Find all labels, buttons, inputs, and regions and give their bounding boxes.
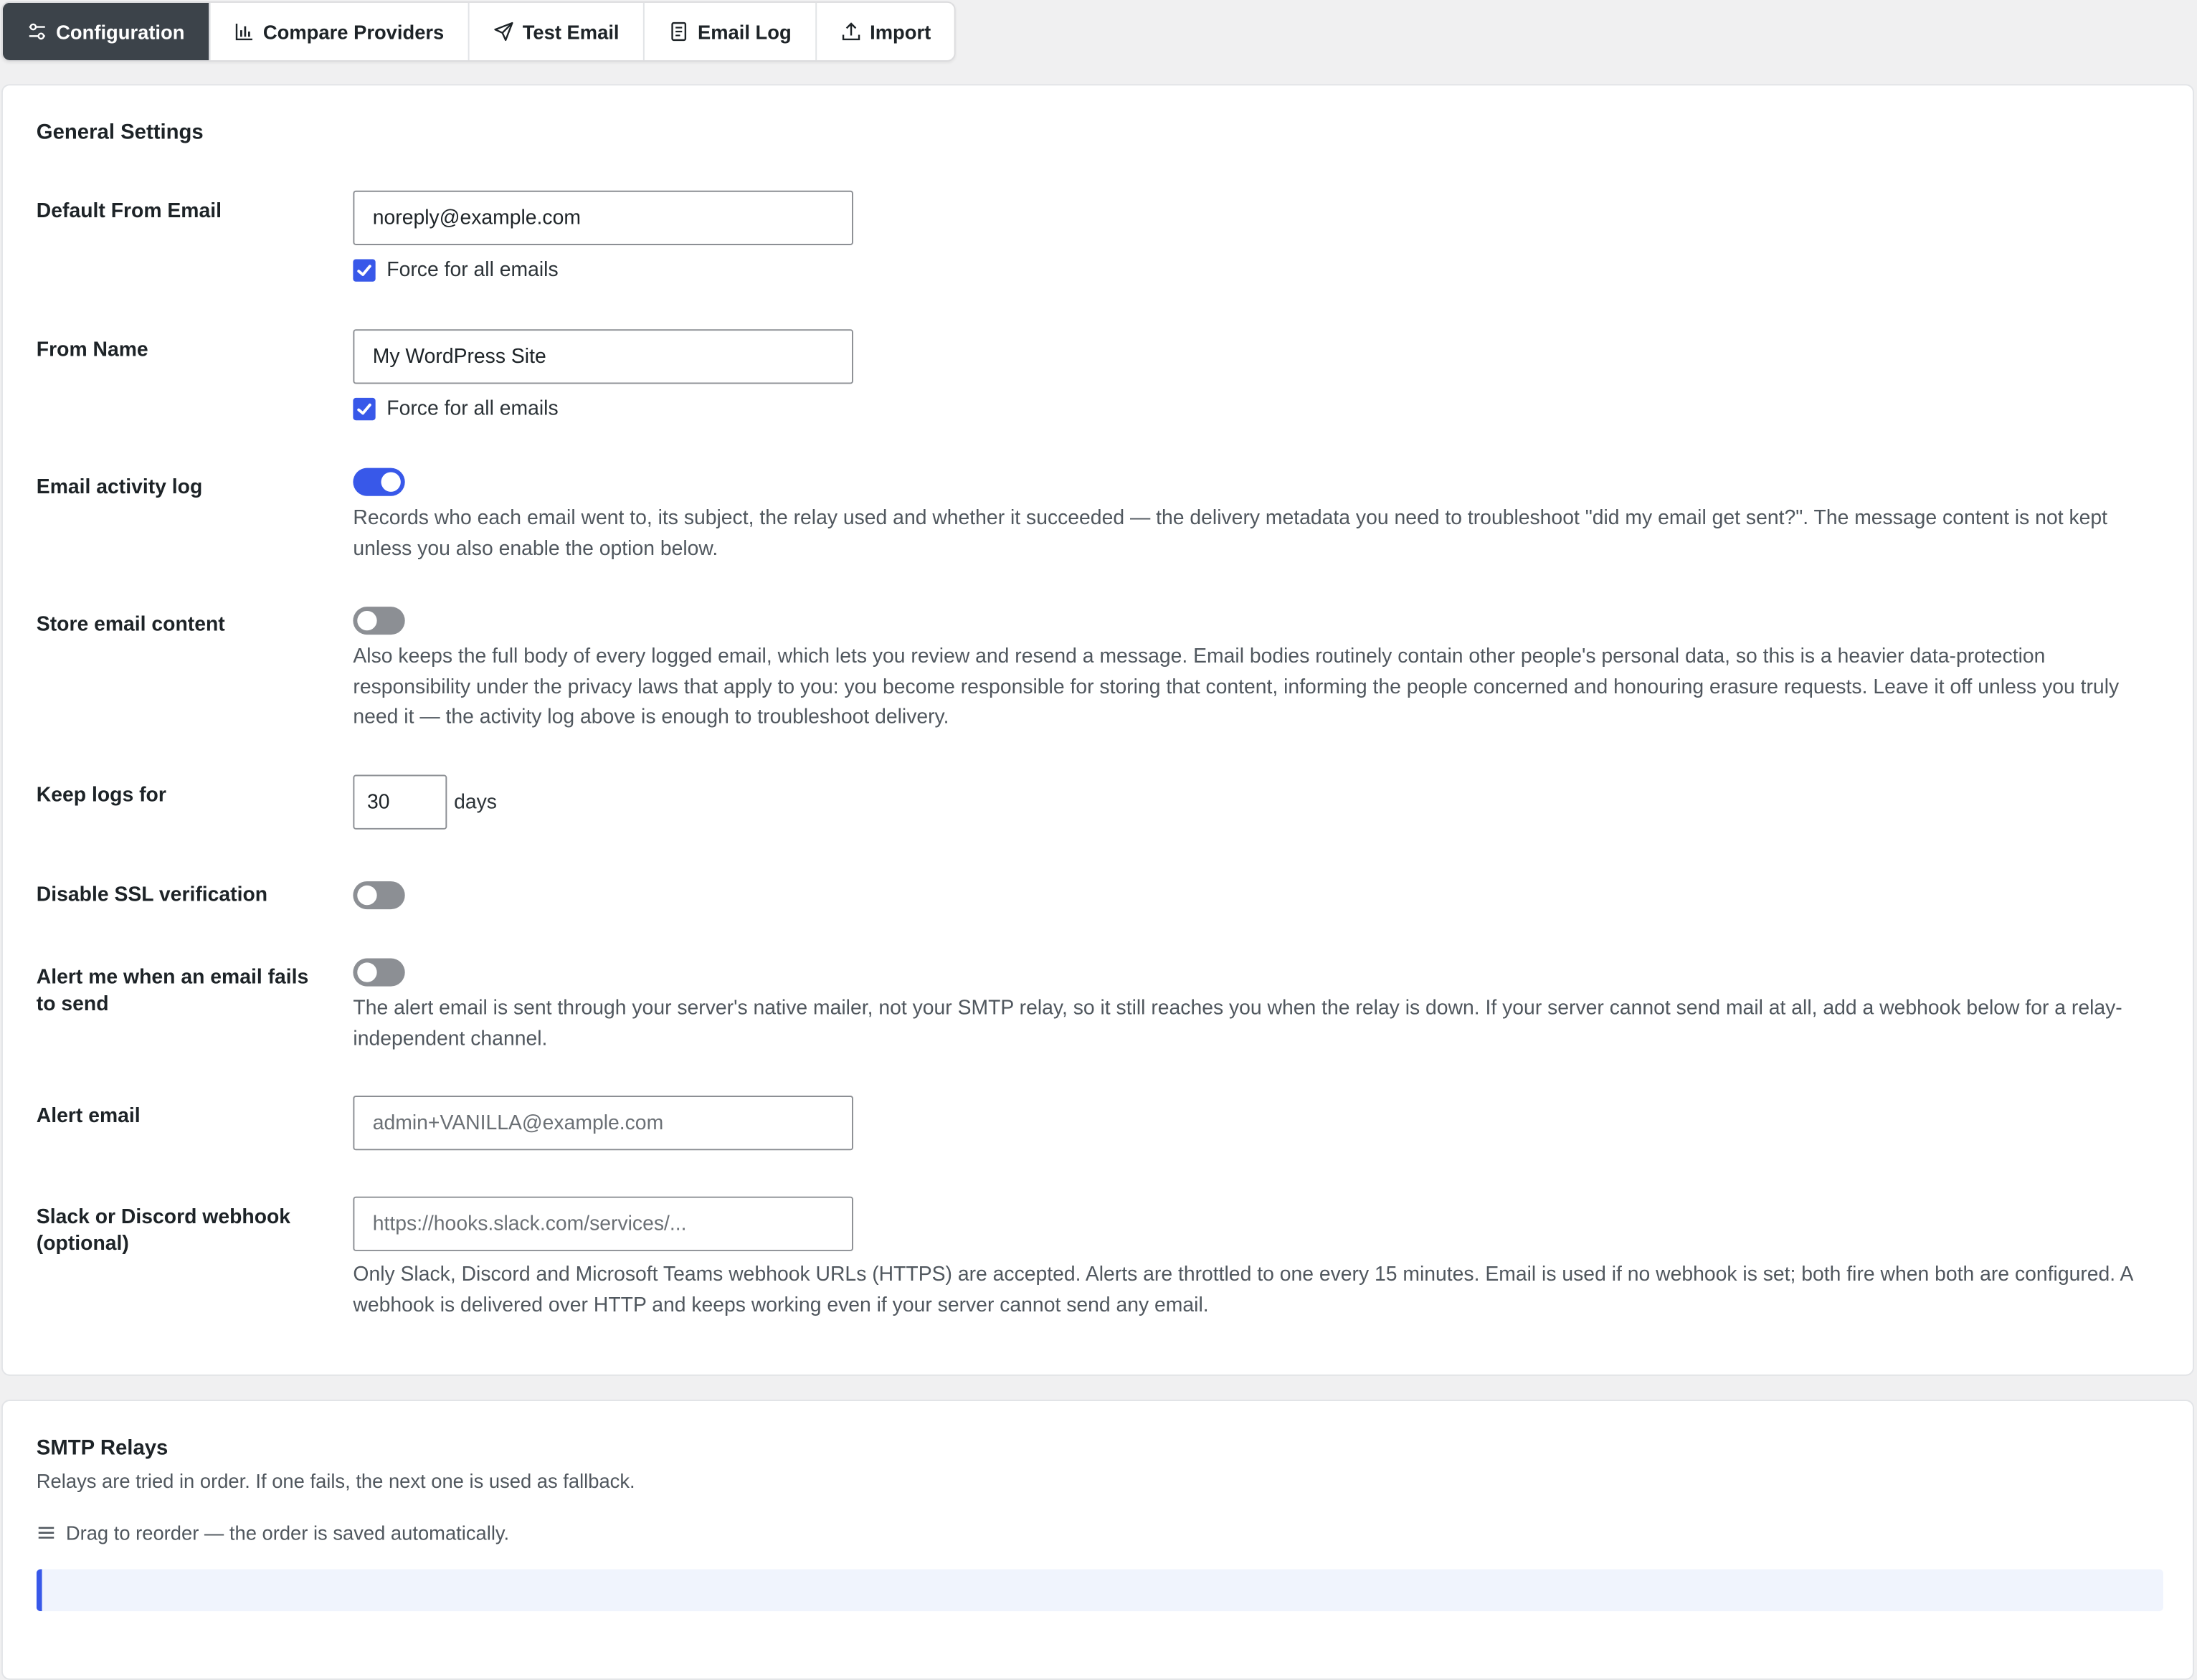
activity-log-toggle[interactable]	[353, 468, 405, 496]
disable-ssl-toggle[interactable]	[353, 881, 405, 910]
toggle-knob	[357, 610, 377, 631]
activity-log-help: Records who each email went to, its subj…	[353, 507, 2107, 560]
paper-plane-icon	[493, 21, 514, 42]
drag-hint-label: Drag to reorder — the order is saved aut…	[65, 1522, 510, 1544]
drag-handle-icon	[37, 1523, 56, 1542]
smtp-relays-panel: SMTP Relays Relays are tried in order. I…	[1, 1400, 2194, 1680]
alert-email-label: Alert email	[36, 1105, 141, 1128]
from-name-force-checkbox[interactable]	[353, 397, 376, 421]
store-content-help: Also keeps the full body of every logged…	[353, 645, 2120, 729]
tab-configuration[interactable]: Configuration	[2, 2, 210, 61]
receipt-icon	[668, 21, 689, 42]
tab-compare-providers[interactable]: Compare Providers	[210, 2, 470, 61]
webhook-help: Only Slack, Discord and Microsoft Teams …	[353, 1263, 2132, 1316]
from-name-input[interactable]: My WordPress Site	[353, 329, 853, 384]
alert-fail-help: The alert email is sent through your ser…	[353, 997, 2122, 1050]
store-content-toggle[interactable]	[353, 607, 405, 635]
webhook-label: Slack or Discord webhook (optional)	[36, 1206, 291, 1256]
settings-page: Configuration Compare Providers Test Ema…	[0, 0, 2197, 1680]
tab-import[interactable]: Import	[817, 3, 955, 60]
webhook-input[interactable]: https://hooks.slack.com/services/...	[353, 1196, 853, 1251]
checkmark-icon	[357, 403, 371, 415]
from-email-force-label: Force for all emails	[386, 259, 559, 282]
upload-icon	[840, 21, 861, 42]
tab-label: Compare Providers	[262, 20, 445, 43]
keep-logs-label: Keep logs for	[36, 784, 166, 807]
from-name-force-label: Force for all emails	[386, 397, 559, 421]
tab-test-email[interactable]: Test Email	[469, 2, 645, 61]
section-title: General Settings	[36, 120, 204, 145]
drag-hint: Drag to reorder — the order is saved aut…	[37, 1522, 509, 1544]
sliders-icon	[27, 21, 47, 42]
from-name-force-row[interactable]: Force for all emails	[353, 397, 559, 421]
smtp-description: Relays are tried in order. If one fails,…	[36, 1469, 635, 1493]
disable-ssl-label: Disable SSL verification	[36, 883, 268, 907]
store-content-label: Store email content	[36, 613, 225, 637]
smtp-section-title: SMTP Relays	[36, 1435, 169, 1461]
alert-fail-label: Alert me when an email fails to send	[36, 967, 309, 1016]
alert-fail-toggle[interactable]	[353, 958, 405, 987]
alert-email-input[interactable]: admin+VANILLA@example.com	[353, 1096, 853, 1151]
bar-chart-icon	[234, 21, 255, 42]
toggle-knob	[381, 472, 401, 492]
from-email-input[interactable]: noreply@example.com	[353, 190, 853, 245]
from-name-label: From Name	[36, 338, 148, 362]
keep-logs-unit: days	[454, 792, 497, 815]
activity-log-label: Email activity log	[36, 476, 203, 499]
tab-bar: Configuration Compare Providers Test Ema…	[1, 1, 957, 62]
keep-logs-input[interactable]: 30	[353, 774, 447, 830]
tab-label: Configuration	[56, 20, 185, 43]
checkmark-icon	[357, 265, 371, 276]
tab-email-log[interactable]: Email Log	[645, 2, 817, 61]
from-email-force-checkbox[interactable]	[353, 259, 376, 282]
tab-label: Test Email	[522, 20, 620, 43]
toggle-knob	[357, 962, 377, 982]
general-settings-panel: General Settings Default From Email nore…	[1, 84, 2194, 1376]
relay-card[interactable]	[36, 1569, 2163, 1612]
from-email-force-row[interactable]: Force for all emails	[353, 259, 559, 282]
tab-label: Email Log	[697, 20, 792, 43]
toggle-knob	[357, 885, 377, 906]
from-email-label: Default From Email	[36, 200, 222, 223]
tab-label: Import	[870, 20, 931, 43]
